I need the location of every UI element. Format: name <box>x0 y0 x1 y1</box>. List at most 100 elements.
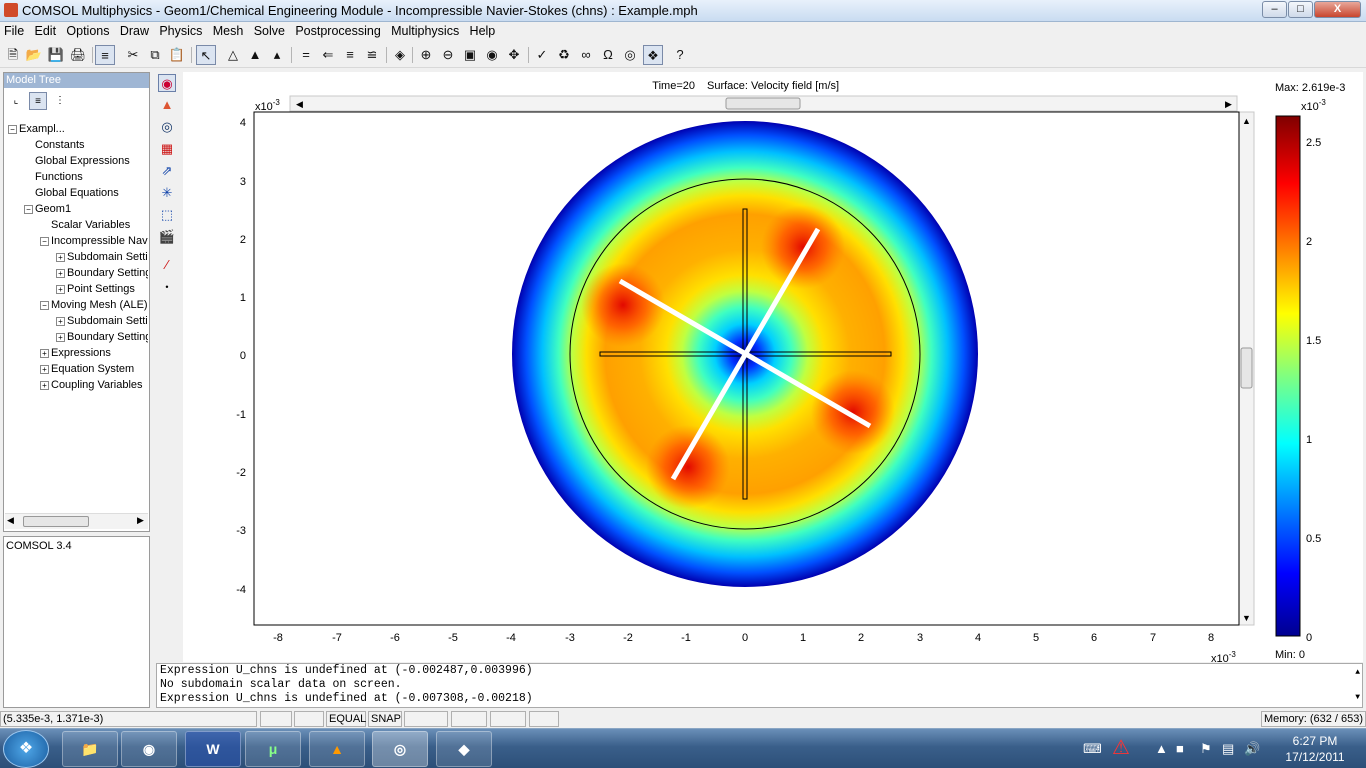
show-hidden-icons[interactable]: ▲ <box>1155 741 1168 756</box>
tree-item-geom1[interactable]: − Geom1 <box>24 203 148 215</box>
refine-mesh-icon[interactable]: ▲ <box>245 45 265 65</box>
minimize-button[interactable]: – <box>1262 1 1287 18</box>
status-cell[interactable] <box>451 711 487 727</box>
plot-scroll-down-icon[interactable]: ▼ <box>1242 613 1251 623</box>
taskbar-clock[interactable]: 6:27 PM 17/12/2011 <box>1270 733 1360 765</box>
solve-icon[interactable]: = <box>296 45 316 65</box>
matlab-taskbar-icon[interactable]: ◆ <box>436 731 492 767</box>
explorer-taskbar-icon[interactable]: 📁 <box>62 731 118 767</box>
word-taskbar-icon[interactable]: W <box>185 731 241 767</box>
scroll-right-icon[interactable]: ▶ <box>137 515 144 526</box>
maximize-button[interactable]: □ <box>1288 1 1313 18</box>
tree-view-expanded-icon[interactable]: ⋮ <box>51 92 69 110</box>
tree-item-point-settings[interactable]: + Point Settings <box>56 283 148 295</box>
scene-light-icon[interactable]: ◎ <box>620 45 640 65</box>
tree-item-ale-boundary-settings[interactable]: + Boundary Setting <box>56 331 148 343</box>
select-arrow-icon[interactable]: ↖ <box>196 45 216 65</box>
plot-vscroll-thumb[interactable] <box>1240 347 1253 389</box>
omega-icon[interactable]: Ω <box>598 45 618 65</box>
scroll-left-icon[interactable]: ◀ <box>7 515 14 526</box>
tree-item-model[interactable]: − Exampl... <box>8 123 148 135</box>
comsol-taskbar-icon[interactable]: ◎ <box>372 731 428 767</box>
copy-icon[interactable]: ⧉ <box>145 45 165 65</box>
zoom-window-icon[interactable]: ▣ <box>460 45 480 65</box>
boundary-plot-icon[interactable]: ▦ <box>158 140 176 158</box>
physics-properties-icon[interactable]: ♻ <box>554 45 574 65</box>
menu-physics[interactable]: Physics <box>155 22 205 38</box>
alert-tray-icon[interactable]: ⚠ <box>1112 735 1130 760</box>
menu-draw[interactable]: Draw <box>116 22 152 38</box>
solver-manager-icon[interactable]: ≌ <box>362 45 382 65</box>
menu-postprocessing[interactable]: Postprocessing <box>291 22 383 38</box>
plot-horizontal-scrollbar[interactable]: ◀ ▶ <box>289 95 1238 112</box>
contour-plot-icon[interactable]: ◎ <box>158 118 176 136</box>
keyboard-tray-icon[interactable]: ⌨ <box>1083 741 1102 757</box>
mesh-selected-icon[interactable]: ▴ <box>267 45 287 65</box>
postprocessing-mode-icon[interactable]: ❖ <box>643 45 663 65</box>
menu-help[interactable]: Help <box>466 22 499 38</box>
tree-item-subdomain-settings[interactable]: + Subdomain Settir <box>56 251 148 263</box>
utorrent-taskbar-icon[interactable]: μ <box>245 731 301 767</box>
tree-view-simple-icon[interactable]: ⌞ <box>7 92 25 110</box>
vlc-taskbar-icon[interactable]: ▲ <box>309 731 365 767</box>
zoom-in-icon[interactable]: ⊕ <box>416 45 436 65</box>
plot-scroll-up-icon[interactable]: ▲ <box>1242 116 1251 126</box>
tree-item-functions[interactable]: Functions <box>35 171 147 183</box>
tray-flag-icon[interactable]: ⚑ <box>1200 741 1212 757</box>
deformed-shape-icon[interactable]: ⬚ <box>158 206 176 224</box>
tree-item-expressions[interactable]: + Expressions <box>40 347 148 359</box>
line-cross-section-icon[interactable]: ∕ <box>158 256 176 274</box>
status-cell[interactable] <box>404 711 448 727</box>
network-tray-icon[interactable]: ■ <box>1176 741 1184 756</box>
plot-vertical-scrollbar[interactable]: ▲ ▼ <box>1238 111 1255 626</box>
tree-item-scalar-variables[interactable]: Scalar Variables <box>51 219 148 231</box>
triangle-mesh-icon[interactable]: △ <box>223 45 243 65</box>
tree-item-ale-subdomain-settings[interactable]: + Subdomain Settir <box>56 315 148 327</box>
menu-multiphysics[interactable]: Multiphysics <box>387 22 462 38</box>
streamline-plot-icon[interactable]: ✳ <box>158 184 176 202</box>
arrow-plot-icon[interactable]: ⇗ <box>158 162 176 180</box>
restart-icon[interactable]: ⇐ <box>318 45 338 65</box>
multiphysics-icon[interactable]: ∞ <box>576 45 596 65</box>
help-icon[interactable]: ? <box>670 45 690 65</box>
tree-item-moving-mesh[interactable]: − Moving Mesh (ALE) ( <box>40 299 148 311</box>
pan-icon[interactable]: ✥ <box>504 45 524 65</box>
status-cell[interactable] <box>529 711 559 727</box>
animate-icon[interactable]: 🎬 <box>158 228 176 246</box>
plot-parameters-icon[interactable]: ◈ <box>390 45 410 65</box>
volume-tray-icon[interactable]: 🔊 <box>1244 741 1260 757</box>
plot-scroll-thumb[interactable] <box>725 97 801 110</box>
chrome-taskbar-icon[interactable]: ◉ <box>121 731 177 767</box>
cut-icon[interactable]: ✂ <box>123 45 143 65</box>
close-button[interactable]: X <box>1314 1 1361 18</box>
menu-solve[interactable]: Solve <box>250 22 288 38</box>
paste-icon[interactable]: 📋 <box>167 45 187 65</box>
point-plot-icon[interactable]: • <box>158 278 176 296</box>
status-cell[interactable] <box>490 711 526 727</box>
tree-view-detailed-icon[interactable]: ≡ <box>29 92 47 110</box>
model-tree-toggle-icon[interactable]: ≡ <box>95 45 115 65</box>
plot-scroll-left-icon[interactable]: ◀ <box>296 99 303 109</box>
surface-plot-icon[interactable]: ◉ <box>158 74 176 92</box>
scroll-thumb[interactable] <box>23 516 89 527</box>
model-tree-horizontal-scrollbar[interactable]: ◀ ▶ <box>5 513 148 529</box>
status-equal-toggle[interactable]: EQUAL <box>326 711 366 727</box>
plot-canvas[interactable]: Time=20 Surface: Velocity field [m/s] ◀ … <box>183 72 1363 662</box>
plot-scroll-right-icon[interactable]: ▶ <box>1225 99 1232 109</box>
zoom-out-icon[interactable]: ⊖ <box>438 45 458 65</box>
status-snap-toggle[interactable]: SNAP <box>368 711 402 727</box>
tree-item-global-equations[interactable]: Global Equations <box>35 187 147 199</box>
start-button[interactable]: ❖ <box>3 730 49 768</box>
menu-options[interactable]: Options <box>62 22 112 38</box>
3d-surface-plot-icon[interactable]: ▲ <box>158 96 176 114</box>
message-log[interactable]: Expression U_chns is undefined at (-0.00… <box>156 663 1363 708</box>
solver-parameters-icon[interactable]: ≡ <box>340 45 360 65</box>
log-scroll-down-icon[interactable]: ▼ <box>1355 691 1360 705</box>
zoom-extents-icon[interactable]: ◉ <box>482 45 502 65</box>
tree-item-boundary-settings[interactable]: + Boundary Setting <box>56 267 148 279</box>
check-icon[interactable]: ✓ <box>532 45 552 65</box>
menu-edit[interactable]: Edit <box>31 22 60 38</box>
log-scroll-up-icon[interactable]: ▲ <box>1355 666 1360 680</box>
tree-item-constants[interactable]: Constants <box>35 139 147 151</box>
open-folder-icon[interactable]: 📂 <box>24 45 44 65</box>
